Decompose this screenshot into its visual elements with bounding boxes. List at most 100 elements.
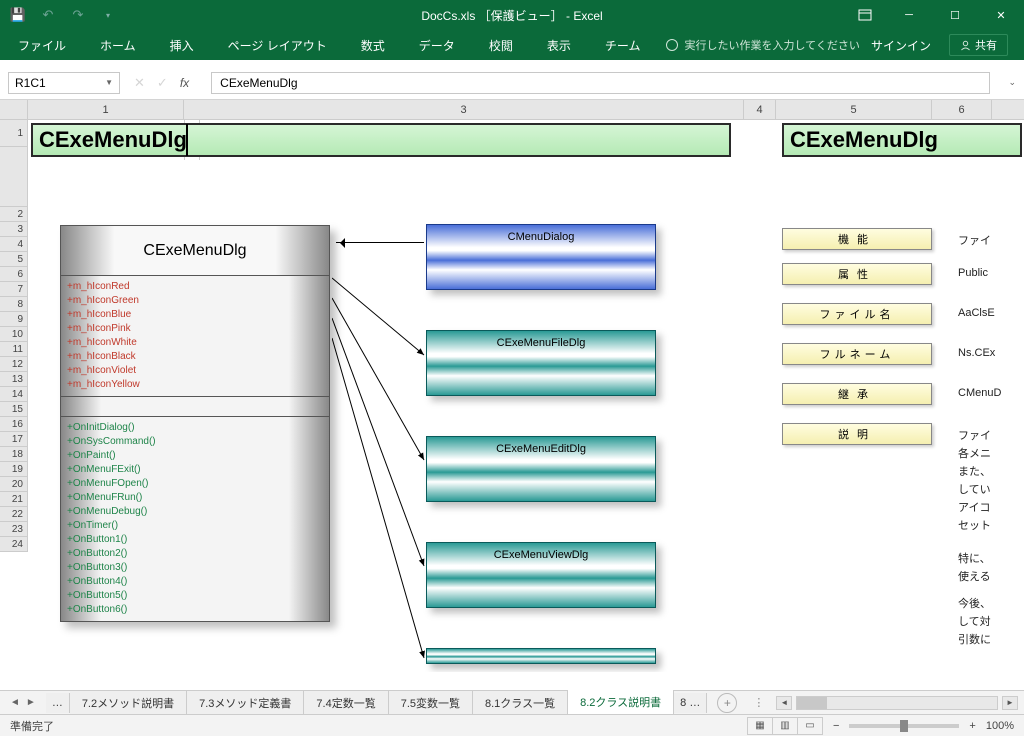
row-header[interactable] xyxy=(0,147,28,207)
sheet-tab[interactable]: 7.4定数一覧 xyxy=(304,691,388,715)
tab-review[interactable]: 校閲 xyxy=(481,31,521,60)
tab-home[interactable]: ホーム xyxy=(92,31,144,60)
sheet-tab[interactable]: 7.5変数一覧 xyxy=(389,691,473,715)
name-box[interactable]: R1C1▼ xyxy=(8,72,120,94)
row-header[interactable]: 11 xyxy=(0,342,28,357)
worksheet-grid[interactable]: 1 3 4 5 6 1 2 3 4 5 6 7 8 9 10 11 12 13 … xyxy=(0,100,1024,672)
title-cell-main[interactable]: CExeMenuDlg xyxy=(31,123,731,157)
sheet-tab[interactable]: 7.3メソッド定義書 xyxy=(187,691,304,715)
zoom-in-button[interactable]: + xyxy=(969,720,975,732)
row-header[interactable]: 12 xyxy=(0,357,28,372)
cell-value: ファイ xyxy=(958,427,991,443)
zoom-thumb[interactable] xyxy=(900,720,908,732)
row-header[interactable]: 2 xyxy=(0,207,28,222)
row-header[interactable]: 14 xyxy=(0,387,28,402)
row-header[interactable]: 1 xyxy=(0,120,28,147)
scroll-track[interactable] xyxy=(796,696,998,710)
row-header[interactable]: 16 xyxy=(0,417,28,432)
fx-icon[interactable]: fx xyxy=(180,76,189,90)
tab-file[interactable]: ファイル xyxy=(10,31,74,60)
tab-data[interactable]: データ xyxy=(411,31,463,60)
scroll-left-icon[interactable]: ◄ xyxy=(776,696,792,710)
tab-layout[interactable]: ページ レイアウト xyxy=(220,31,335,60)
cells-canvas[interactable]: 2 CExeMenuDlg CExeMenuDlg CExeMenuDlg +m… xyxy=(28,120,1024,672)
property-label: 説明 xyxy=(782,423,932,445)
cell-value: セット xyxy=(958,517,991,533)
share-label: 共有 xyxy=(975,37,997,53)
col-header[interactable]: 4 xyxy=(744,100,776,119)
sheet-tab-active[interactable]: 8.2クラス説明書 xyxy=(568,690,674,716)
child-class-box[interactable]: CExeMenuFileDlg xyxy=(426,330,656,396)
cancel-icon[interactable]: ✕ xyxy=(134,75,145,91)
row-header[interactable]: 3 xyxy=(0,222,28,237)
child-class-box-partial[interactable] xyxy=(426,648,656,664)
view-normal-icon[interactable]: ▦ xyxy=(747,717,773,735)
save-icon[interactable]: 💾 xyxy=(10,7,26,23)
enter-icon[interactable]: ✓ xyxy=(157,75,168,91)
title-cell-side[interactable]: CExeMenuDlg xyxy=(782,123,1022,157)
sheet-tab[interactable]: 8 … xyxy=(674,693,707,713)
row-header[interactable]: 7 xyxy=(0,282,28,297)
row-header[interactable]: 24 xyxy=(0,537,28,552)
uml-attribute: +m_hIconGreen xyxy=(67,294,323,308)
col-header[interactable]: 5 xyxy=(776,100,932,119)
col-header[interactable]: 3 xyxy=(184,100,744,119)
expand-formula-icon[interactable]: ⌄ xyxy=(1008,77,1024,88)
row-headers: 1 2 3 4 5 6 7 8 9 10 11 12 13 14 15 16 1… xyxy=(0,120,28,552)
tab-team[interactable]: チーム xyxy=(597,31,649,60)
redo-icon[interactable]: ↷ xyxy=(70,7,86,23)
add-sheet-button[interactable]: + xyxy=(717,693,737,713)
scroll-right-icon[interactable]: ► xyxy=(1002,696,1018,710)
child-class-box[interactable]: CExeMenuViewDlg xyxy=(426,542,656,608)
row-header[interactable]: 13 xyxy=(0,372,28,387)
view-page-layout-icon[interactable]: ▥ xyxy=(772,717,798,735)
row-header[interactable]: 17 xyxy=(0,432,28,447)
parent-class-box[interactable]: CMenuDialog xyxy=(426,224,656,290)
tab-insert[interactable]: 挿入 xyxy=(162,31,202,60)
chevron-down-icon[interactable]: ▼ xyxy=(105,78,113,87)
row-header[interactable]: 15 xyxy=(0,402,28,417)
tab-formula[interactable]: 数式 xyxy=(353,31,393,60)
row-header[interactable]: 6 xyxy=(0,267,28,282)
formula-input[interactable]: CExeMenuDlg xyxy=(211,72,990,94)
row-header[interactable]: 8 xyxy=(0,297,28,312)
scroll-thumb[interactable] xyxy=(797,697,827,709)
row-header[interactable]: 20 xyxy=(0,477,28,492)
row-header[interactable]: 22 xyxy=(0,507,28,522)
col-header[interactable]: 6 xyxy=(932,100,992,119)
share-button[interactable]: 共有 xyxy=(949,34,1008,56)
row-header[interactable]: 21 xyxy=(0,492,28,507)
tell-me-search[interactable]: 実行したい作業を入力してください xyxy=(666,37,859,53)
qat-dropdown-icon[interactable]: ▾ xyxy=(100,7,116,23)
uml-attribute: +m_hIconBlue xyxy=(67,308,323,322)
row-header[interactable]: 23 xyxy=(0,522,28,537)
row-header[interactable]: 5 xyxy=(0,252,28,267)
uml-operation: +OnSysCommand() xyxy=(67,435,323,449)
view-page-break-icon[interactable]: ▭ xyxy=(797,717,823,735)
zoom-out-button[interactable]: − xyxy=(833,720,839,732)
child-class-box[interactable]: CExeMenuEditDlg xyxy=(426,436,656,502)
select-all-corner[interactable] xyxy=(0,100,28,119)
uml-class-box[interactable]: CExeMenuDlg +m_hIconRed+m_hIconGreen+m_h… xyxy=(60,225,330,622)
horizontal-scrollbar[interactable]: ◄ ► xyxy=(770,696,1024,710)
row-header[interactable]: 19 xyxy=(0,462,28,477)
zoom-slider[interactable] xyxy=(849,724,959,728)
tab-view[interactable]: 表示 xyxy=(539,31,579,60)
maximize-button[interactable]: ☐ xyxy=(932,0,978,30)
sheet-tab[interactable]: 8.1クラス一覧 xyxy=(473,691,568,715)
row-header[interactable]: 4 xyxy=(0,237,28,252)
undo-icon[interactable]: ↶ xyxy=(40,7,56,23)
row-header[interactable]: 18 xyxy=(0,447,28,462)
sheet-tab-overflow[interactable]: … xyxy=(46,693,70,713)
close-button[interactable]: ✕ xyxy=(978,0,1024,30)
row-header[interactable]: 10 xyxy=(0,327,28,342)
zoom-level[interactable]: 100% xyxy=(986,720,1014,732)
signin-link[interactable]: サインイン xyxy=(871,37,931,54)
row-header[interactable]: 9 xyxy=(0,312,28,327)
ribbon-display-icon[interactable] xyxy=(850,0,880,30)
tab-nav-buttons[interactable]: ◄► xyxy=(0,697,46,708)
col-header[interactable]: 1 xyxy=(28,100,184,119)
minimize-button[interactable]: ─ xyxy=(886,0,932,30)
uml-operations: +OnInitDialog()+OnSysCommand()+OnPaint()… xyxy=(61,417,329,621)
sheet-tab[interactable]: 7.2メソッド説明書 xyxy=(70,691,187,715)
